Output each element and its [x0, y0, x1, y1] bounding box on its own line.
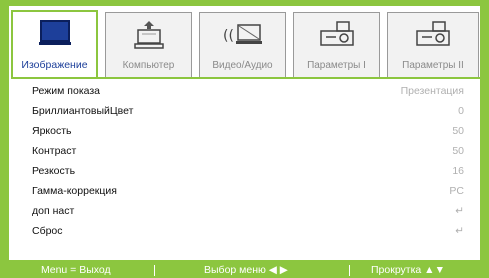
row-value: 0 — [458, 105, 464, 117]
tab-label: Параметры II — [402, 60, 464, 71]
enter-icon: ↵ — [455, 225, 464, 237]
row-contrast[interactable]: Контраст 50 — [9, 141, 480, 161]
tab-video-audio[interactable]: (( Видео/Аудио — [199, 12, 286, 77]
svg-text:((: (( — [223, 28, 234, 44]
row-label: Сброс — [32, 225, 63, 237]
menu-panel: Изображение Компьютер ((Видео/Аудио Пар… — [9, 6, 480, 260]
projector-icon — [317, 20, 357, 53]
row-advanced[interactable]: доп наст ↵ — [9, 201, 480, 221]
row-label: доп наст — [32, 205, 75, 217]
osd-menu: Изображение Компьютер ((Видео/Аудио Пар… — [0, 0, 489, 278]
row-brilliant-color[interactable]: БриллиантовыйЦвет 0 — [9, 101, 480, 121]
footer-divider — [154, 265, 155, 276]
row-value: 50 — [452, 125, 464, 137]
row-value: 16 — [452, 165, 464, 177]
footer-divider — [349, 265, 350, 276]
row-label: Резкость — [32, 165, 76, 177]
projector-icon — [413, 20, 453, 53]
tab-settings-2[interactable]: Параметры II — [387, 12, 479, 77]
exit-hint: Menu = Выход — [41, 264, 111, 276]
tab-divider — [11, 77, 480, 79]
computer-icon — [131, 20, 167, 55]
enter-icon: ↵ — [455, 205, 464, 217]
tab-label: Компьютер — [122, 60, 175, 71]
tab-computer[interactable]: Компьютер — [105, 12, 192, 77]
row-reset[interactable]: Сброс ↵ — [9, 221, 480, 241]
monitor-icon — [38, 19, 72, 52]
row-label: Режим показа — [32, 85, 101, 97]
row-value: 50 — [452, 145, 464, 157]
row-value: PC — [449, 185, 464, 197]
row-label: Контраст — [32, 145, 77, 157]
row-gamma[interactable]: Гамма-коррекция PC — [9, 181, 480, 201]
video-audio-icon: (( — [222, 20, 264, 53]
tab-bar: Изображение Компьютер ((Видео/Аудио Пар… — [11, 6, 480, 78]
row-display-mode[interactable]: Режим показа Презентация — [9, 81, 480, 101]
tab-label: Изображение — [21, 59, 88, 71]
row-brightness[interactable]: Яркость 50 — [9, 121, 480, 141]
row-value: Презентация — [400, 85, 464, 97]
row-label: Гамма-коррекция — [32, 185, 117, 197]
tab-settings-1[interactable]: Параметры I — [293, 12, 380, 77]
tab-label: Видео/Аудио — [212, 60, 273, 71]
select-hint: Выбор меню ◀ ▶ — [204, 264, 288, 276]
row-sharpness[interactable]: Резкость 16 — [9, 161, 480, 181]
row-label: БриллиантовыйЦвет — [32, 105, 134, 117]
scroll-hint: Прокрутка ▲▼ — [371, 264, 445, 276]
row-label: Яркость — [32, 125, 72, 137]
tab-label: Параметры I — [307, 60, 366, 71]
settings-list: Режим показа Презентация БриллиантовыйЦв… — [9, 81, 480, 241]
footer-hints: Menu = Выход Выбор меню ◀ ▶ Прокрутка ▲▼ — [0, 262, 489, 278]
tab-image[interactable]: Изображение — [11, 10, 98, 78]
